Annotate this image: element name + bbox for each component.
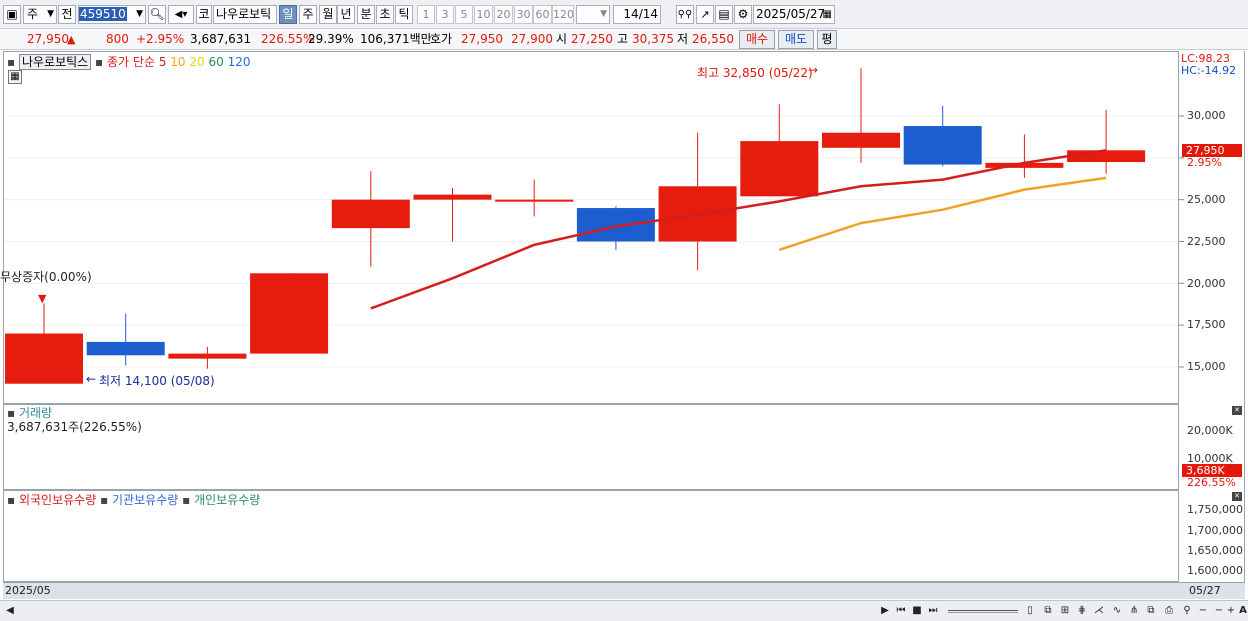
print-icon[interactable]: ⎙ <box>1162 604 1176 618</box>
grid-icon[interactable]: ⊞ <box>1058 604 1072 618</box>
crosshair-icon[interactable]: ▯ <box>1023 604 1037 618</box>
volume-panel[interactable] <box>3 404 1179 490</box>
legend-bullet-icon: ▪ <box>7 493 16 507</box>
close-icon[interactable]: ✕ <box>1232 492 1242 501</box>
holding-tick: 1,600,000 <box>1187 564 1243 577</box>
zoom-icon[interactable]: ⚲ <box>1180 604 1194 618</box>
ma-period-60: 60 <box>208 55 224 69</box>
event-annotation: 무상증자(0.00%) <box>0 270 92 284</box>
stock-label[interactable]: 나우로보틱스 <box>18 54 92 70</box>
price-tick: 15,000 <box>1187 360 1226 373</box>
candle-body <box>576 208 655 242</box>
series-individual: 개인보유수량 <box>194 493 261 507</box>
series-institution: 기관보유수량 <box>112 493 179 507</box>
legend-bullet-icon: ▪ <box>7 55 16 69</box>
legend-bullet-icon: ▪ <box>100 493 109 507</box>
left-arrow-icon: ← <box>86 372 97 386</box>
text-size-icon[interactable]: A <box>1236 604 1248 618</box>
price-tick: 25,000 <box>1187 193 1226 206</box>
trend-icon[interactable]: ⋌ <box>1092 604 1106 618</box>
ma-line-5 <box>370 149 1107 310</box>
ma-title: 종가 단순 <box>107 55 155 69</box>
series-foreign: 외국인보유수량 <box>18 493 97 507</box>
scroll-right-icon[interactable]: ▶ <box>878 604 892 618</box>
candle-body <box>250 273 329 354</box>
volume-ratio-tag: 226.55% <box>1187 476 1236 489</box>
holding-tick: 1,650,000 <box>1187 544 1243 557</box>
volume-info: 3,687,631주(226.55%) <box>7 420 142 434</box>
data-table-icon[interactable]: ▦ <box>8 70 22 84</box>
scroll-left-icon[interactable]: ◀ <box>3 604 17 618</box>
stop-icon[interactable]: ■ <box>910 604 924 618</box>
candle-body <box>822 132 900 148</box>
candle-body <box>495 199 574 202</box>
chart-scrollbar[interactable]: ◀ ▶ ⏮ ■ ⏭ ▯ ⧉ ⊞ ⋕ ⋌ ∿ ⋔ ⧉ ⎙ ⚲ − − + A <box>0 600 1248 621</box>
holding-tick: 1,750,000 <box>1187 503 1243 516</box>
holding-legend: ▪ 외국인보유수량 ▪ 기관보유수량 ▪ 개인보유수량 <box>7 491 260 508</box>
candle-body <box>86 341 165 356</box>
holding-tick: 1,700,000 <box>1187 524 1243 537</box>
down-arrow-icon: ▼ <box>38 292 47 305</box>
candle-body <box>5 333 83 384</box>
copy-icon[interactable]: ⧉ <box>1144 604 1158 618</box>
rewind-icon[interactable]: ⏮ <box>894 604 908 618</box>
right-arrow-icon: → <box>808 63 819 77</box>
price-tick: 22,500 <box>1187 235 1226 248</box>
date-axis: 2025/05 05/27 <box>3 582 1245 599</box>
candle-body <box>903 126 982 165</box>
indicator-icon[interactable]: ⋕ <box>1075 604 1089 618</box>
wave-icon[interactable]: ∿ <box>1110 604 1124 618</box>
price-tick: 20,000 <box>1187 277 1226 290</box>
volume-tick: 20,000K <box>1187 424 1233 437</box>
low-annotation: 최저 14,100 (05/08) <box>99 374 215 388</box>
candle-body <box>740 141 819 197</box>
compare-icon[interactable]: ⋔ <box>1127 604 1141 618</box>
zoom-slider[interactable] <box>948 610 1018 613</box>
candle-body <box>413 194 492 200</box>
price-legend: ▪ 나우로보틱스 ▪ 종가 단순 5 10 20 60 120 <box>7 53 251 70</box>
candle-body <box>331 199 410 229</box>
ma-line-10 <box>778 176 1107 252</box>
zoom-out-icon[interactable]: − <box>1196 604 1210 618</box>
ma-period-20: 20 <box>189 55 205 69</box>
price-tick: 17,500 <box>1187 318 1226 331</box>
ma-period-120: 120 <box>227 55 251 69</box>
layout-icon[interactable]: ⧉ <box>1041 604 1055 618</box>
fast-forward-icon[interactable]: ⏭ <box>926 604 940 618</box>
legend-bullet-icon: ▪ <box>95 55 104 69</box>
candle-body <box>168 353 247 359</box>
current-change-tag: 2.95% <box>1187 156 1222 169</box>
date-start: 2025/05 <box>5 584 51 597</box>
date-end: 05/27 <box>1189 584 1221 597</box>
hc-value: HC:-14.92 <box>1181 64 1237 77</box>
ma-period-5: 5 <box>158 55 167 69</box>
legend-bullet-icon: ▪ <box>182 493 191 507</box>
price-tick: 30,000 <box>1187 109 1226 122</box>
close-icon[interactable]: ✕ <box>1232 406 1242 415</box>
ma-period-10: 10 <box>170 55 186 69</box>
candle-body <box>1067 150 1146 163</box>
high-annotation: 최고 32,850 (05/22) <box>697 66 813 80</box>
